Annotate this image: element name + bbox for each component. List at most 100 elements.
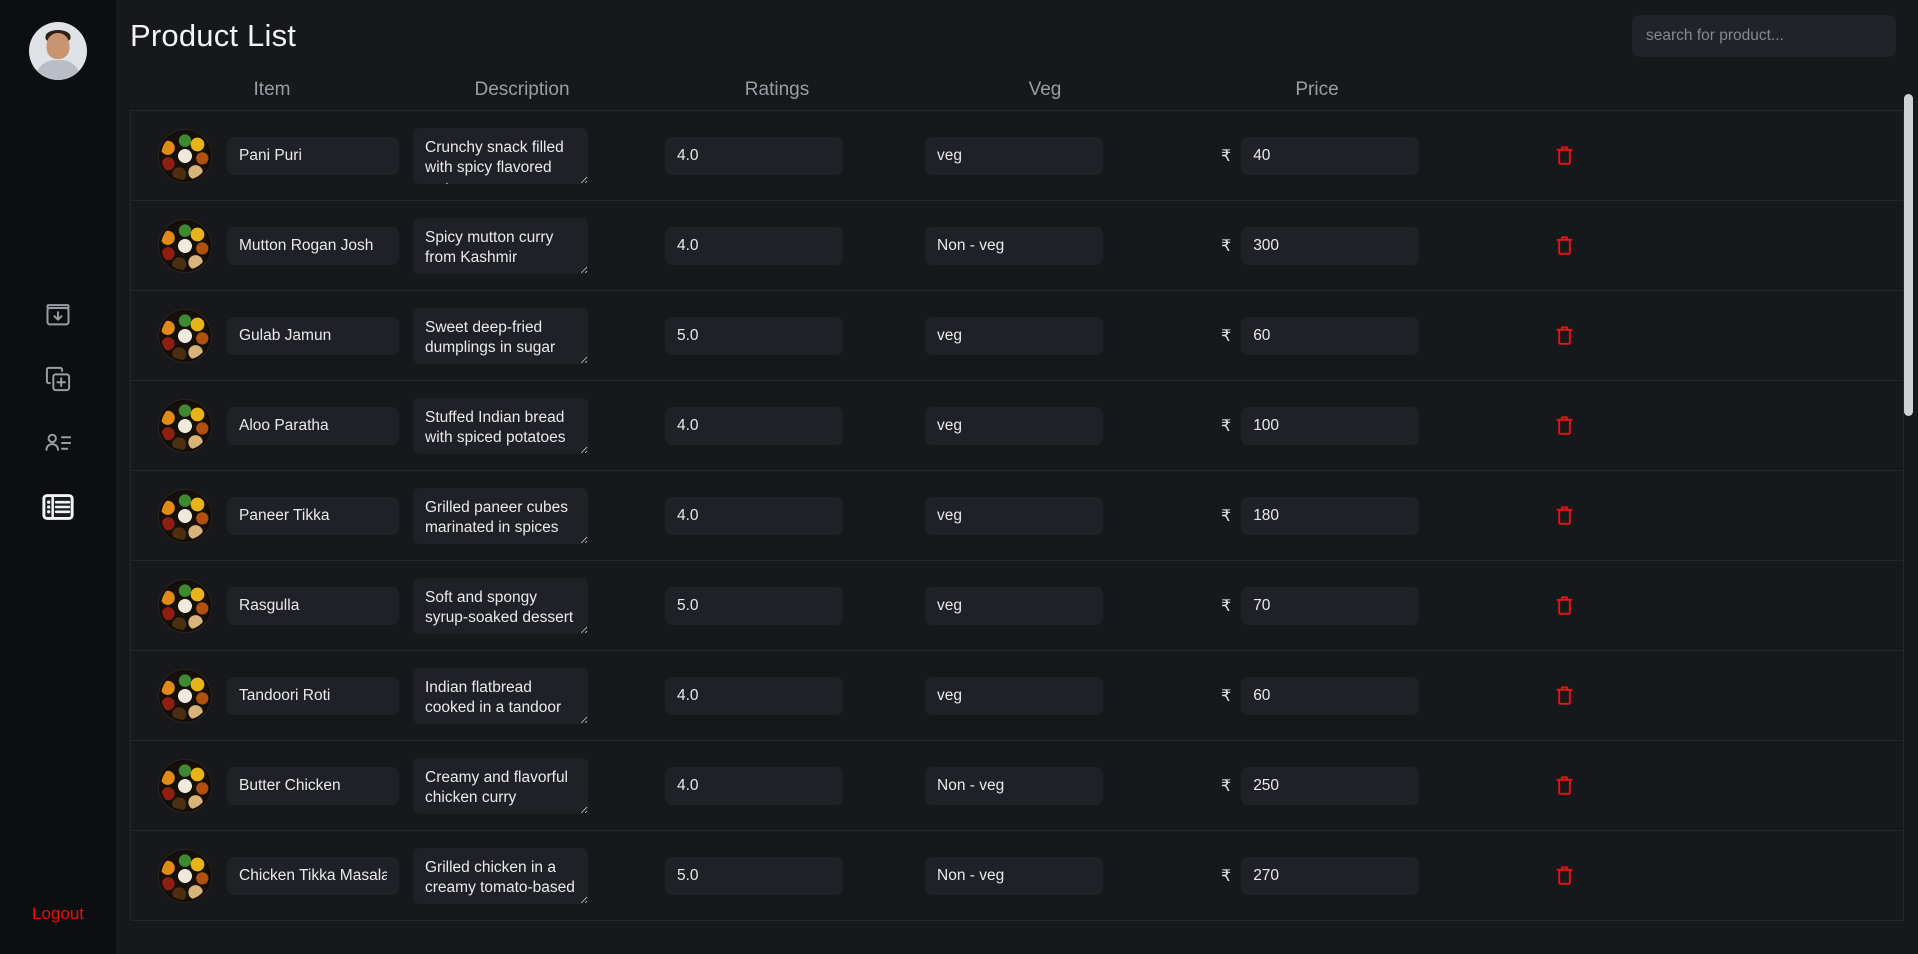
cell-description [413, 577, 631, 634]
product-price-input[interactable] [1241, 316, 1420, 355]
product-veg-input[interactable] [925, 316, 1103, 355]
logout-link[interactable]: Logout [0, 904, 116, 924]
product-price-input[interactable] [1241, 226, 1420, 265]
product-description-input[interactable] [413, 307, 588, 364]
product-description-input[interactable] [413, 487, 588, 544]
cell-actions [1467, 595, 1637, 616]
sidebar-item-product-list[interactable] [41, 490, 75, 524]
table-body: ₹ ₹ ₹ ₹ ₹ ₹ ₹ ₹ ₹ [130, 110, 1904, 921]
product-price-input[interactable] [1241, 496, 1420, 535]
sidebar-item-import[interactable] [41, 298, 75, 332]
product-name-input[interactable] [227, 586, 399, 625]
product-description-input[interactable] [413, 397, 588, 454]
product-rating-input[interactable] [665, 136, 843, 175]
cell-item [131, 489, 413, 542]
product-rating-input[interactable] [665, 676, 843, 715]
cell-actions [1467, 415, 1637, 436]
delete-product-button[interactable] [1555, 145, 1574, 166]
cell-veg [923, 226, 1167, 265]
delete-product-button[interactable] [1555, 685, 1574, 706]
scrollbar-thumb[interactable] [1904, 94, 1913, 416]
cell-description [413, 217, 631, 274]
sidebar: Logout [0, 0, 116, 954]
product-name-input[interactable] [227, 406, 399, 445]
product-list-page: Logout Product List Item Description Rat… [0, 0, 1918, 954]
product-veg-input[interactable] [925, 856, 1103, 895]
delete-product-button[interactable] [1555, 325, 1574, 346]
search-input[interactable] [1632, 15, 1896, 57]
column-header-price: Price [1295, 79, 1339, 100]
product-rating-input[interactable] [665, 226, 843, 265]
product-name-input[interactable] [227, 316, 399, 355]
thali-image [161, 671, 209, 720]
product-veg-input[interactable] [925, 586, 1103, 625]
product-name-input[interactable] [227, 226, 399, 265]
scrollbar-track[interactable] [1904, 0, 1916, 954]
product-rating-input[interactable] [665, 766, 843, 805]
product-veg-input[interactable] [925, 406, 1103, 445]
cell-rating [631, 316, 923, 355]
column-header-ratings: Ratings [744, 79, 810, 100]
product-price-input[interactable] [1241, 856, 1420, 895]
main-content: Product List Item Description Ratings Ve… [116, 0, 1918, 954]
cell-item [131, 759, 413, 812]
copy-plus-icon [44, 365, 72, 393]
product-name-input[interactable] [227, 136, 399, 175]
delete-product-button[interactable] [1555, 505, 1574, 526]
rupee-symbol: ₹ [1221, 507, 1232, 525]
table-row: ₹ [131, 471, 1903, 561]
cell-veg [923, 766, 1167, 805]
product-thumbnail [159, 759, 211, 812]
cell-price: ₹ [1167, 856, 1467, 895]
product-price-input[interactable] [1241, 766, 1420, 805]
sidebar-item-customers[interactable] [41, 426, 75, 460]
cell-price: ₹ [1167, 676, 1467, 715]
avatar-face [46, 33, 70, 59]
product-name-input[interactable] [227, 676, 399, 715]
trash-icon [1555, 146, 1574, 169]
cell-price: ₹ [1167, 406, 1467, 445]
product-description-input[interactable] [413, 847, 588, 904]
product-veg-input[interactable] [925, 766, 1103, 805]
product-rating-input[interactable] [665, 496, 843, 535]
product-rating-input[interactable] [665, 856, 843, 895]
table-row: ₹ [131, 291, 1903, 381]
product-name-input[interactable] [227, 856, 399, 895]
product-rating-input[interactable] [665, 406, 843, 445]
product-veg-input[interactable] [925, 136, 1103, 175]
rupee-symbol: ₹ [1221, 417, 1232, 435]
cell-veg [923, 406, 1167, 445]
delete-product-button[interactable] [1555, 595, 1574, 616]
product-veg-input[interactable] [925, 226, 1103, 265]
thali-image [161, 761, 209, 810]
thali-image [161, 311, 209, 360]
sidebar-item-add-product[interactable] [41, 362, 75, 396]
product-veg-input[interactable] [925, 496, 1103, 535]
delete-product-button[interactable] [1555, 415, 1574, 436]
cell-actions [1467, 235, 1637, 256]
product-rating-input[interactable] [665, 316, 843, 355]
product-veg-input[interactable] [925, 676, 1103, 715]
avatar[interactable] [29, 22, 87, 80]
delete-product-button[interactable] [1555, 235, 1574, 256]
trash-icon [1555, 416, 1574, 439]
product-description-input[interactable] [413, 217, 588, 274]
product-description-input[interactable] [413, 127, 588, 184]
product-name-input[interactable] [227, 496, 399, 535]
delete-product-button[interactable] [1555, 865, 1574, 886]
product-price-input[interactable] [1241, 136, 1420, 175]
column-header-veg: Veg [1028, 79, 1062, 100]
avatar-body [35, 60, 81, 80]
product-price-input[interactable] [1241, 676, 1420, 715]
cell-veg [923, 676, 1167, 715]
cell-veg [923, 856, 1167, 895]
product-price-input[interactable] [1241, 586, 1420, 625]
product-description-input[interactable] [413, 577, 588, 634]
product-price-input[interactable] [1241, 406, 1420, 445]
cell-description [413, 127, 631, 184]
product-rating-input[interactable] [665, 586, 843, 625]
product-name-input[interactable] [227, 766, 399, 805]
delete-product-button[interactable] [1555, 775, 1574, 796]
product-description-input[interactable] [413, 757, 588, 814]
product-description-input[interactable] [413, 667, 588, 724]
